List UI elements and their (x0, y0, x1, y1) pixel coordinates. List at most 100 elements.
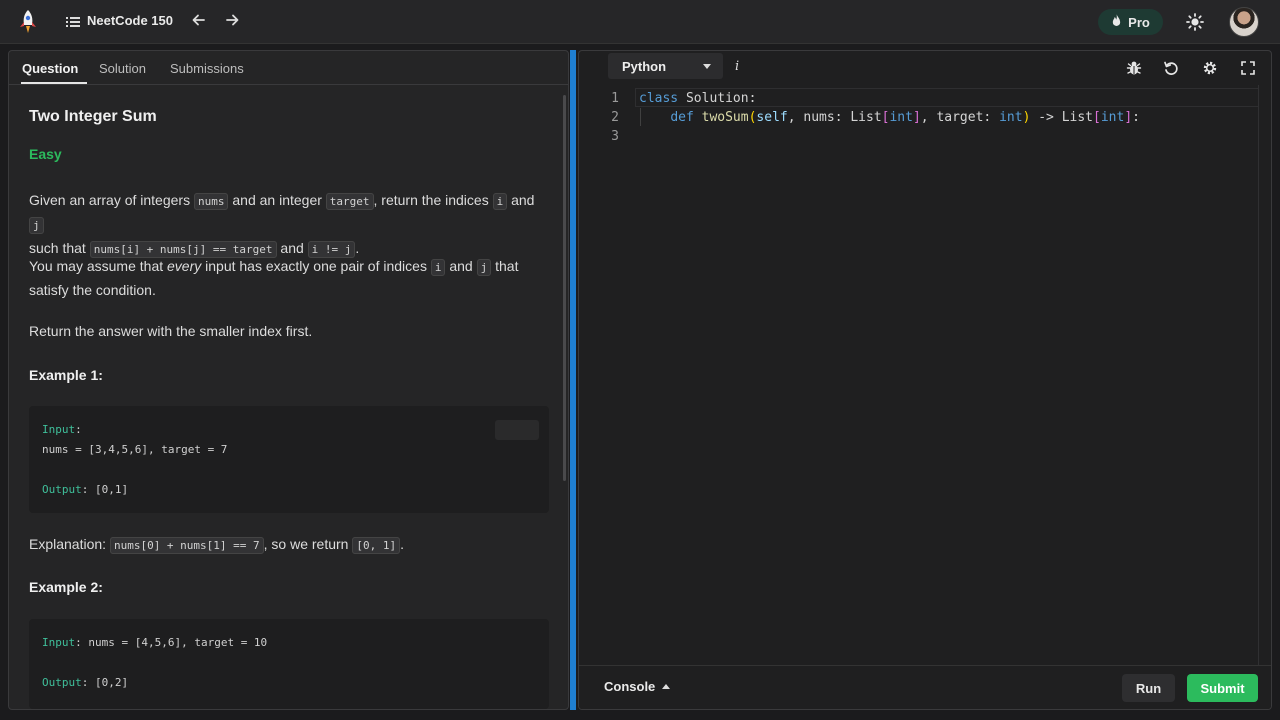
code-line-2: def twoSum(self, nums: List[int], target… (639, 110, 1140, 125)
reset-icon[interactable] (1163, 60, 1179, 76)
submit-button[interactable]: Submit (1187, 674, 1258, 702)
text: You may assume that (29, 258, 168, 274)
code-text: Solution: (678, 91, 757, 106)
pro-label: Pro (1128, 14, 1150, 30)
fullscreen-icon[interactable] (1240, 60, 1256, 76)
active-tab-underline (21, 82, 87, 84)
info-icon[interactable]: i (735, 59, 739, 74)
text: and (276, 240, 308, 256)
inline-code: j (476, 259, 492, 276)
text: and (445, 258, 477, 274)
label: Output (42, 676, 82, 689)
text: and (507, 192, 535, 208)
panel-resize-handle[interactable] (570, 50, 576, 710)
text: that (491, 258, 519, 274)
example-2-input: Input: nums = [4,5,6], target = 10 (42, 636, 267, 649)
inline-code: nums (193, 193, 229, 210)
console-label: Console (604, 679, 656, 694)
inline-code: target (325, 193, 374, 210)
problem-description: Given an array of integers nums and an i… (29, 189, 549, 261)
keyword: def (670, 110, 694, 125)
example-1-output: Output: [0,1] (42, 483, 128, 496)
editor-footer: Console Run Submit (579, 665, 1271, 709)
language-select[interactable]: Python (608, 53, 723, 79)
code-text: , target: (920, 110, 1000, 125)
list-icon[interactable] (66, 15, 80, 29)
value: : nums = [4,5,6], target = 10 (75, 636, 268, 649)
rocket-logo-icon[interactable] (16, 8, 40, 36)
inline-code: nums[0] + nums[1] == 7 (109, 537, 264, 554)
question-panel: Question Solution Submissions Two Intege… (8, 50, 569, 710)
problem-title: Two Integer Sum (29, 108, 157, 125)
example-2-title: Example 2: (29, 579, 103, 595)
arrow-left-icon[interactable] (192, 13, 208, 31)
label: Input (42, 423, 76, 436)
line-number: 3 (611, 129, 619, 144)
avatar[interactable] (1229, 7, 1259, 37)
code-text: , nums: List (787, 110, 882, 125)
editor-divider (1258, 85, 1259, 667)
text: satisfy the condition. (29, 282, 156, 298)
label: Input (42, 636, 76, 649)
bracket: [ (1093, 110, 1101, 125)
code-editor[interactable]: 1 2 3 class Solution: def twoSum(self, n… (579, 85, 1271, 667)
code-text: -> List (1030, 110, 1094, 125)
example-2-output: Output: [0,2] (42, 676, 128, 689)
text: , so we return (263, 536, 353, 552)
inline-code: [0, 1] (352, 537, 401, 554)
type: int (889, 110, 913, 125)
value: : [0,1] (81, 483, 129, 496)
copy-button[interactable] (495, 420, 539, 440)
settings-icon[interactable] (1202, 60, 1218, 76)
type: int (999, 110, 1023, 125)
example-1-title: Example 1: (29, 367, 103, 383)
problem-assumption: You may assume that every input has exac… (29, 255, 549, 302)
emphasis: every (167, 258, 202, 274)
inline-code: j (29, 217, 44, 234)
difficulty-badge: Easy (29, 146, 62, 162)
run-button[interactable]: Run (1122, 674, 1175, 702)
sun-icon[interactable] (1186, 13, 1204, 31)
pro-button[interactable]: Pro (1098, 9, 1163, 35)
inline-code: i (492, 193, 508, 210)
language-label: Python (622, 58, 667, 74)
example-1-box: Input: nums = [3,4,5,6], target = 7 Outp… (29, 406, 549, 513)
bracket: ] (1124, 110, 1133, 125)
problem-return-note: Return the answer with the smaller index… (29, 323, 313, 339)
text: , return the indices (373, 192, 493, 208)
label: Output (42, 483, 82, 496)
question-tabs: Question Solution Submissions (9, 51, 568, 85)
type: int (1100, 110, 1125, 125)
text: . (400, 536, 404, 552)
code-text: : (1132, 110, 1140, 125)
text: input has exactly one pair of indices (201, 258, 431, 274)
tab-question[interactable]: Question (22, 61, 78, 76)
editor-toolbar: Python i (579, 51, 1271, 85)
problem-list-title[interactable]: NeetCode 150 (87, 13, 173, 28)
chevron-up-icon (662, 684, 671, 689)
tab-solution[interactable]: Solution (99, 61, 146, 76)
function-name: twoSum (693, 110, 749, 125)
bracket: ] (912, 110, 921, 125)
param: self (756, 110, 788, 125)
example-1-input-label: Input: (42, 423, 82, 436)
text: Explanation: (29, 536, 110, 552)
text: Given an array of integers (29, 192, 194, 208)
line-number: 1 (611, 91, 619, 106)
chevron-down-icon (703, 64, 711, 69)
bug-icon[interactable] (1126, 60, 1142, 76)
example-1-input-value: nums = [3,4,5,6], target = 7 (42, 443, 228, 456)
example-2-box: Input: nums = [4,5,6], target = 10 Outpu… (29, 619, 549, 709)
text: . (355, 240, 360, 256)
scrollbar[interactable] (563, 95, 566, 481)
arrow-right-icon[interactable] (225, 13, 241, 31)
console-toggle[interactable]: Console (604, 679, 671, 694)
code-editor-panel: Python i 1 2 3 class Solution: def twoSu… (578, 50, 1272, 710)
flame-icon (1111, 14, 1122, 30)
inline-code: i (430, 259, 446, 276)
tab-submissions[interactable]: Submissions (170, 61, 244, 76)
code-line-1: class Solution: (639, 91, 756, 106)
line-number: 2 (611, 110, 619, 125)
text: such that (29, 240, 90, 256)
